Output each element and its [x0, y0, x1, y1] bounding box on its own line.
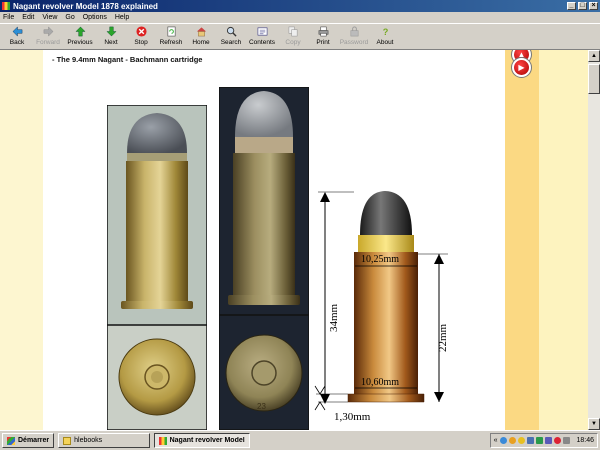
scroll-down-button[interactable]: ▼ [588, 418, 600, 430]
tray-update-icon[interactable] [518, 437, 526, 444]
task-label: hlebooks [74, 437, 103, 444]
previous-arrow-icon [74, 26, 86, 37]
right-margin [539, 50, 588, 430]
print-button[interactable]: Print [308, 24, 338, 50]
contents-button[interactable]: Contents [246, 24, 278, 50]
password-icon [350, 26, 358, 37]
search-button[interactable]: Search [216, 24, 246, 50]
tray-chevron[interactable]: « [494, 437, 498, 444]
cartridge-photo-base [107, 325, 207, 430]
forward-button[interactable]: Forward [32, 24, 64, 50]
back-label: Back [9, 39, 25, 46]
rim-thickness-label: 1,30mm [334, 411, 371, 423]
headstamp-text: 23 [257, 402, 266, 411]
menu-view[interactable]: View [42, 14, 57, 21]
refresh-label: Refresh [159, 39, 183, 46]
clock: 18:46 [576, 437, 594, 444]
menu-options[interactable]: Options [83, 14, 107, 21]
content-area: - The 9.4mm Nagant - Bachmann cartridge [0, 50, 588, 430]
copy-icon [288, 26, 297, 37]
vertical-scrollbar[interactable]: ▲ ▼ [588, 50, 600, 430]
refresh-icon [167, 26, 175, 37]
tray-shield-icon[interactable] [554, 437, 562, 444]
tray-monitor-icon[interactable] [527, 437, 535, 444]
start-label: Démarrer [18, 437, 50, 444]
menu-bar: File Edit View Go Options Help [0, 12, 600, 23]
home-label: Home [192, 39, 210, 46]
window-titlebar: Nagant revolver Model 1878 explained _ □… [0, 0, 600, 12]
stop-button[interactable]: Stop [126, 24, 156, 50]
next-button[interactable]: Next [96, 24, 126, 50]
search-icon [226, 26, 237, 37]
password-button[interactable]: Password [338, 24, 370, 50]
forward-label: Forward [36, 39, 60, 46]
print-icon [318, 26, 328, 37]
next-arrow-icon [105, 26, 117, 37]
tray-display-icon[interactable] [545, 437, 553, 444]
tray-antivirus-icon[interactable] [509, 437, 517, 444]
print-label: Print [316, 39, 330, 46]
contents-icon [257, 27, 267, 36]
tray-network-icon[interactable] [500, 437, 508, 444]
search-label: Search [220, 39, 242, 46]
forward-arrow-icon [43, 26, 53, 37]
copy-button[interactable]: Copy [278, 24, 308, 50]
stop-label: Stop [134, 39, 148, 46]
stop-icon [135, 26, 147, 37]
minimize-button[interactable]: _ [567, 2, 576, 10]
section-heading: - The 9.4mm Nagant - Bachmann cartridge [52, 55, 203, 64]
about-label: About [376, 39, 394, 46]
previous-label: Previous [67, 39, 93, 46]
scroll-thumb[interactable] [588, 64, 600, 94]
nav-next-icon: ▶ [514, 60, 529, 75]
windows-flag-icon [7, 436, 15, 445]
close-button[interactable]: × [589, 2, 598, 10]
about-icon: ? [382, 27, 388, 37]
menu-edit[interactable]: Edit [22, 14, 34, 21]
overall-length-label: 34mm [328, 303, 340, 332]
system-tray: « 18:46 [489, 433, 598, 448]
copy-label: Copy [285, 39, 301, 46]
window-title: Nagant revolver Model 1878 explained [13, 1, 158, 11]
menu-go[interactable]: Go [65, 14, 74, 21]
cartridge-photo-headstamp [219, 315, 309, 430]
app-icon [2, 2, 10, 10]
tray-volume-icon[interactable] [563, 437, 571, 444]
cartridge-dimension-diagram: 34mm 22mm 10,25mm 10,60mm 1,30mm [314, 191, 449, 423]
case-length-label: 22mm [437, 323, 449, 352]
about-button[interactable]: ? About [370, 24, 400, 50]
taskbar-item-hlebooks[interactable]: hlebooks [58, 433, 151, 448]
toolbar: Back Forward Previous Next Stop Refresh … [0, 23, 600, 50]
cartridge-photo-side [107, 105, 207, 325]
task-label: Nagant revolver Model... [169, 437, 246, 444]
back-button[interactable]: Back [2, 24, 32, 50]
tray-chart-icon[interactable] [536, 437, 544, 444]
scroll-up-button[interactable]: ▲ [588, 50, 600, 62]
maximize-button[interactable]: □ [578, 2, 587, 10]
folder-icon [63, 436, 72, 445]
left-margin [0, 50, 43, 430]
app-icon [159, 436, 167, 445]
cartridge-photo-old [219, 87, 309, 315]
taskbar-item-nagant[interactable]: Nagant revolver Model... [154, 433, 251, 448]
bullet-diameter-label: 10,25mm [361, 254, 399, 265]
svg-text:?: ? [382, 27, 388, 37]
page-body: - The 9.4mm Nagant - Bachmann cartridge [43, 50, 505, 430]
base-diameter-label: 10,60mm [361, 377, 399, 388]
next-label: Next [104, 39, 118, 46]
password-label: Password [339, 39, 369, 46]
right-sidebar [505, 50, 539, 430]
refresh-button[interactable]: Refresh [156, 24, 186, 50]
home-button[interactable]: Home [186, 24, 216, 50]
previous-button[interactable]: Previous [64, 24, 96, 50]
start-button[interactable]: Démarrer [2, 433, 55, 448]
menu-file[interactable]: File [3, 14, 14, 21]
home-icon [196, 27, 206, 37]
contents-label: Contents [248, 39, 276, 46]
back-arrow-icon [12, 26, 22, 37]
menu-help[interactable]: Help [115, 14, 129, 21]
page-nav-next-button[interactable]: ▶ [511, 57, 532, 78]
taskbar: Démarrer hlebooks Nagant revolver Model.… [0, 430, 600, 450]
